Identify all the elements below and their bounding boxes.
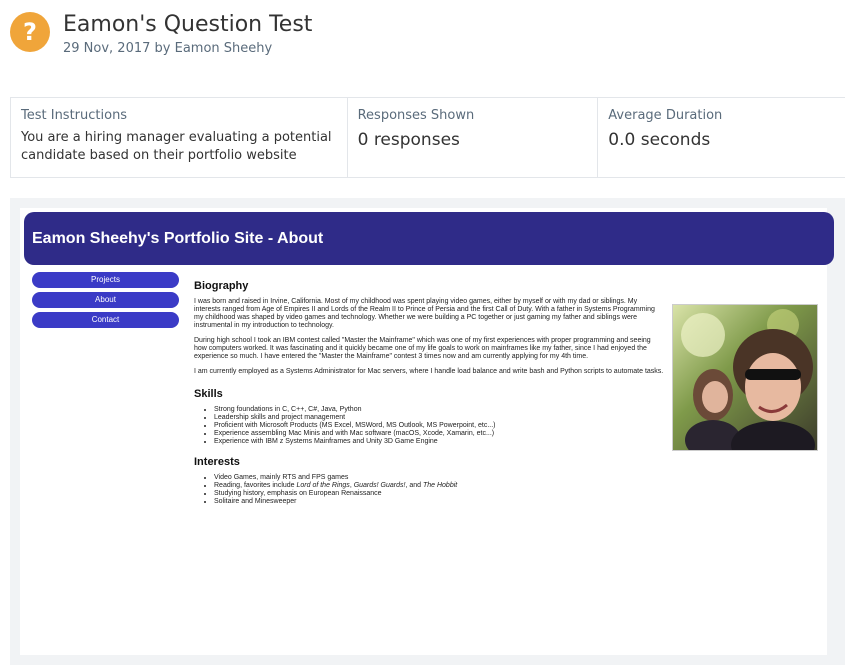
page-subtitle: 29 Nov, 2017 by Eamon Sheehy [63,41,273,56]
site-banner: Eamon Sheehy's Portfolio Site - About [24,212,834,265]
list-item: Studying history, emphasis on European R… [214,490,664,498]
interests-list: Video Games, mainly RTS and FPS games Re… [214,474,664,506]
screenshot-preview-frame: Eamon Sheehy's Portfolio Site - About Pr… [10,198,845,665]
bio-paragraph: I was born and raised in Irvine, Califor… [194,298,655,329]
question-icon: ? [10,12,50,52]
list-item: Experience assembling Mac Minis and with… [214,430,664,438]
stat-responses: Responses Shown 0 responses [348,98,599,177]
portfolio-site-preview: Eamon Sheehy's Portfolio Site - About Pr… [20,208,834,655]
biography-heading: Biography [194,280,249,292]
nav-projects-button[interactable]: Projects [32,272,179,288]
profile-photo [672,304,818,451]
list-item: Solitaire and Minesweeper [214,498,664,506]
interests-heading: Interests [194,456,240,468]
stat-instructions: Test Instructions You are a hiring manag… [11,98,348,177]
skills-list: Strong foundations in C, C++, C#, Java, … [214,406,664,446]
nav-contact-button[interactable]: Contact [32,312,179,328]
stat-label: Average Duration [608,108,723,123]
bio-paragraph: I am currently employed as a Systems Adm… [194,368,664,375]
page-title: Eamon's Question Test [63,12,313,37]
list-item: Experience with IBM z Systems Mainframes… [214,438,664,446]
skills-heading: Skills [194,388,223,400]
list-item: Leadership skills and project management [214,414,664,422]
list-item: Proficient with Microsoft Products (MS E… [214,422,664,430]
stat-label: Responses Shown [357,108,475,123]
stat-duration: Average Duration 0.0 seconds [598,98,845,177]
profile-photo-illustration [673,305,817,450]
stat-value: You are a hiring manager evaluating a po… [21,130,332,163]
list-item: Strong foundations in C, C++, C#, Java, … [214,406,664,414]
bio-paragraph: During high school I took an IBM contest… [194,337,651,360]
stat-label: Test Instructions [21,108,128,123]
stat-value: 0 responses [357,130,460,150]
stats-bar: Test Instructions You are a hiring manag… [10,97,845,178]
site-content: Biography I was born and raised in Irvin… [194,280,664,518]
nav-about-button[interactable]: About [32,292,179,308]
list-item: Video Games, mainly RTS and FPS games [214,474,664,482]
list-item: Reading, favorites include Lord of the R… [214,482,664,490]
stat-value: 0.0 seconds [608,130,711,150]
